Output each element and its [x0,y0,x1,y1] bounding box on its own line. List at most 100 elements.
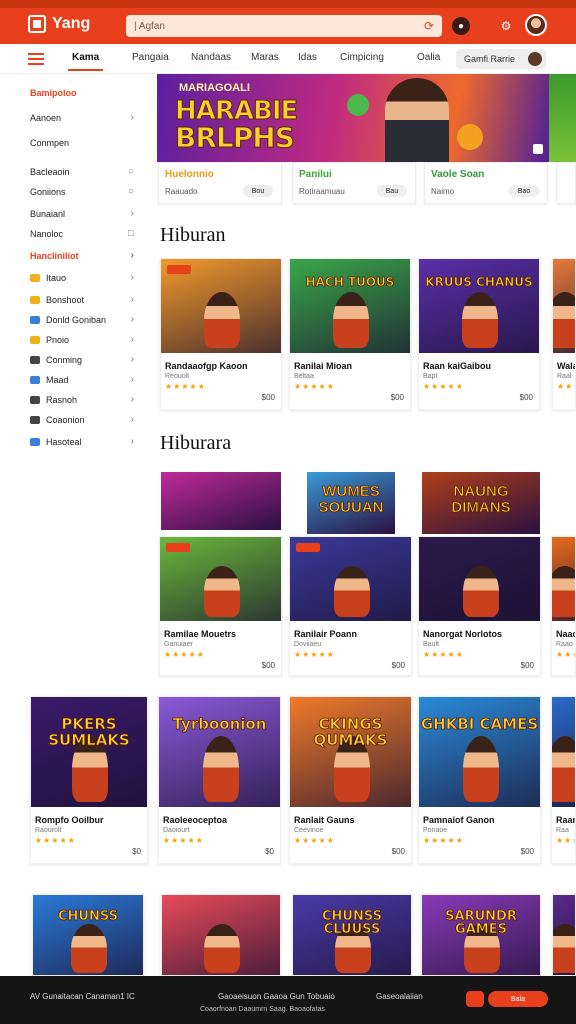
chevron-right-icon: › [130,394,134,405]
feature-tile[interactable]: WUMES SOUUAN [307,472,395,534]
game-card[interactable]: Ramilae Mouetrs Ganuiaer ★★★★★ $00 [159,536,282,676]
game-price: $00 [520,847,534,856]
sidebar-item[interactable]: Hasoteal › [30,436,134,447]
sidebar-item[interactable]: Goniions ○ [30,186,134,197]
footer-mid-text-2: Coaorfnoan Daaumrn Saag. Baoaofatas [200,1006,325,1013]
game-card[interactable]: KRUUS CHANUS Raan kaiGaibou Bapt ★★★★★ $00 [418,258,540,410]
hamburger-menu-icon[interactable] [28,53,44,65]
game-logo-text: SARUNDR GAMES [445,908,517,938]
chevron-right-icon: ○ [127,186,134,197]
promo-card[interactable]: Panilui Rotiraamuau Bau [292,162,416,204]
game-card[interactable]: CHUNSS CLUUSS [292,894,412,976]
game-price: $00 [520,661,534,670]
game-thumbnail: CHUNSS [33,895,143,975]
game-card[interactable]: Raan Raa ★★★★★ [551,696,576,864]
character-figure [553,923,575,973]
game-card[interactable]: SARUNDR GAMES [421,894,541,976]
sidebar-item[interactable]: Maad › [30,374,134,385]
sidebar-item[interactable]: Coaonion › [30,414,134,425]
game-card[interactable]: GHKBI CAMES Pamnaiof Ganon Ponaoe ★★★★★ $00 [418,696,541,864]
tab-oalia[interactable]: Oalia [417,52,440,63]
game-logo-text: Tyrboonion [172,714,267,733]
sidebar-item[interactable]: Nanoloc □ [30,228,134,239]
promo-button[interactable]: Bou [243,185,273,197]
tab-nandaas[interactable]: Nandaas [191,52,231,63]
tab-kama[interactable]: Kama [67,52,104,71]
tab-maras[interactable]: Maras [251,52,279,63]
promo-card-partial[interactable] [556,162,576,204]
promo-button[interactable]: Bau [377,185,407,197]
tab-idas[interactable]: Idas [298,52,317,63]
game-card[interactable]: PKERS SUMLAKS Rompfo Ooilbur Raourolt ★★★★★… [30,696,148,864]
sidebar-item[interactable]: Bunaianl › [30,208,134,219]
search-input[interactable]: | Agfan [134,21,424,32]
sale-badge [296,543,320,552]
game-card[interactable]: Randaaofgp Kaoon Reouolt ★★★★★ $00 [160,258,282,410]
game-logo-text: GHKBI CAMES [420,714,539,733]
sidebar-item[interactable]: Aanoen › [30,112,134,123]
tab-cimpicing[interactable]: Cimpicing [340,52,384,63]
search-bar[interactable]: | Agfan ⟳ [126,15,442,37]
sidebar-item-icon [30,415,40,424]
game-card[interactable]: Ranilair Poann Doviiaeu ★★★★★ $00 [289,536,412,676]
refresh-icon[interactable]: ⟳ [424,19,434,33]
game-card[interactable]: HACH TUOUS Ranilai Mioan Beltaa ★★★★★ $00 [289,258,411,410]
sidebar-item-label: Donld Goniban [46,314,107,325]
settings-icon[interactable]: ⚙ [497,17,515,35]
sidebar-item[interactable]: Hancliniliot › [30,250,134,261]
status-strip [0,0,576,8]
sidebar-item[interactable]: Bonshoot › [30,294,134,305]
footer-icon-button[interactable] [466,991,484,1007]
sidebar-item[interactable]: Conming › [30,354,134,365]
account-pill[interactable]: Gamfi Rarrie [456,49,546,69]
game-card[interactable]: Nanorgat Norlotos Bault ★★★★★ $00 [418,536,541,676]
sidebar-item[interactable]: Conmpen [30,138,134,148]
game-logo-text: CHUNSS [58,908,119,924]
game-card[interactable]: Tyrboonion Raoleeoceptoa Daoiourt ★★★★★ $0 [158,696,281,864]
sidebar-item-label: Nanoloc [30,228,64,239]
sidebar-item-label: Hasoteal [46,436,82,447]
sidebar-item[interactable]: Rasnoh › [30,394,134,405]
tab-pangaia[interactable]: Pangaia [132,52,169,63]
chevron-right-icon: › [130,272,134,283]
game-card[interactable]: CKINGS QUMAKS Ranlait Gauns Ceevinoe ★★★★★ $… [289,696,412,864]
sidebar-item[interactable]: Itauo › [30,272,134,283]
hero-banner[interactable]: MARIAGOALI HARABIE BRLPHS [157,74,549,162]
sidebar-item[interactable]: Bamipoloo [30,88,134,98]
banner-subtitle: MARIAGOALI [179,82,250,94]
footer-button[interactable]: Bala [488,991,548,1007]
game-card[interactable] [552,894,576,976]
banner-expand-icon[interactable] [533,144,543,154]
sidebar-item[interactable]: Donld Goniban › [30,314,134,325]
sidebar-item[interactable]: Bacleaoin ○ [30,166,134,177]
game-card[interactable]: Naao Raao ★★★★★ [551,536,576,676]
game-card[interactable]: CHUNSS [32,894,144,976]
sidebar-item[interactable]: Pnoio › [30,334,134,345]
banner-next-preview[interactable] [549,74,576,162]
game-category: Ganuiaer [164,641,193,648]
game-category: Bapt [423,373,438,380]
promo-button[interactable]: Bao [509,185,539,197]
game-category: Ponaoe [423,827,448,834]
game-thumbnail: CKINGS QUMAKS [290,697,411,807]
chevron-right-icon: › [130,314,134,325]
sidebar-item-label: Hancliniliot [30,250,79,261]
game-thumbnail: Tyrboonion [159,697,280,807]
sidebar-item-label: Bonshoot [46,294,85,305]
game-thumbnail [162,895,280,975]
game-logo-text: PKERS SUMLAKS [48,714,130,749]
banner-title-2: BRLPHS [175,121,296,154]
app-logo[interactable]: Yang [28,15,90,33]
rating-stars: ★★★★★ [35,836,76,845]
notification-icon[interactable]: ● [452,17,470,35]
profile-avatar[interactable] [525,14,547,36]
promo-card[interactable]: Huelonnio Raauado Bou [158,162,282,204]
game-card[interactable]: Wala Raal ★★★★★ [552,258,576,410]
feature-tile[interactable] [161,472,281,530]
rating-stars: ★★★★★ [423,650,464,659]
character-figure [553,291,575,349]
feature-tile[interactable]: NAUNG DIMANS [422,472,540,534]
game-thumbnail [553,895,575,975]
promo-card[interactable]: Vaole Soan Naimo Bao [424,162,548,204]
game-card[interactable] [161,894,281,976]
